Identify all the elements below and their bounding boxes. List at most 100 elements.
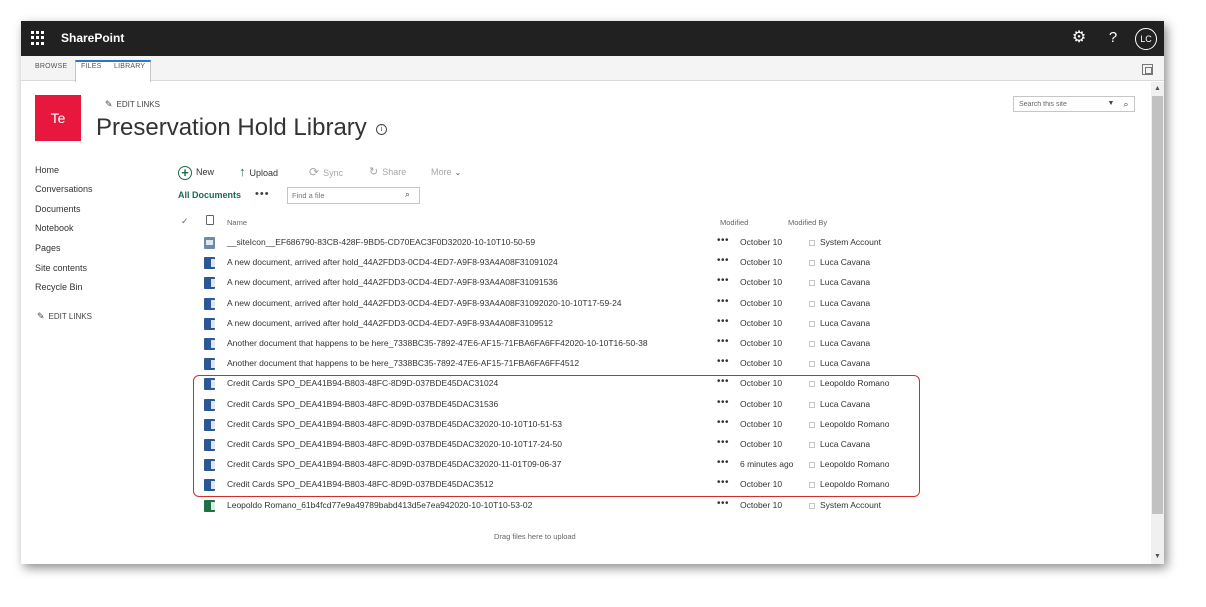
tab-files[interactable]: FILES [81,63,101,70]
file-modified-by[interactable]: Luca Cavana [820,338,870,348]
file-modified-by[interactable]: Luca Cavana [820,399,870,409]
row-ellipsis-button[interactable]: ••• [717,417,729,428]
settings-gear-icon[interactable]: ⚙ [1070,29,1088,47]
search-icon[interactable]: ⌕ [405,189,410,200]
scroll-up-arrow-icon[interactable]: ▲ [1151,84,1164,94]
scroll-down-arrow-icon[interactable]: ▼ [1151,552,1164,562]
upload-button[interactable]: ↑ Upload [239,164,278,180]
nav-item-site-contents[interactable]: Site contents [35,263,87,273]
nav-item-documents[interactable]: Documents [35,204,81,214]
file-row[interactable]: A new document, arrived after hold_44A2F… [197,314,927,334]
file-modified-by[interactable]: Leopoldo Romano [820,419,889,429]
row-ellipsis-button[interactable]: ••• [717,477,729,488]
file-modified-by[interactable]: Leopoldo Romano [820,378,889,388]
site-search-input[interactable] [1014,97,1102,111]
file-name-link[interactable]: Credit Cards SPO_DEA41B94-B803-48FC-8D9D… [227,459,561,469]
file-name-link[interactable]: Credit Cards SPO_DEA41B94-B803-48FC-8D9D… [227,399,498,409]
nav-item-pages[interactable]: Pages [35,243,61,253]
file-modified-by[interactable]: Luca Cavana [820,257,870,267]
nav-item-conversations[interactable]: Conversations [35,184,93,194]
app-launcher-icon[interactable] [31,31,45,45]
sync-button[interactable]: ⟳ Sync [309,164,343,180]
new-label: New [196,167,215,177]
focus-content-icon[interactable] [1142,64,1153,75]
file-modified-by[interactable]: Luca Cavana [820,318,870,328]
tab-library[interactable]: LIBRARY [114,63,145,70]
row-ellipsis-button[interactable]: ••• [717,255,729,266]
view-options-ellipsis[interactable]: ••• [255,188,270,200]
column-header-modified[interactable]: Modified [720,218,748,227]
user-avatar[interactable]: LC [1135,28,1157,50]
row-ellipsis-button[interactable]: ••• [717,356,729,367]
row-ellipsis-button[interactable]: ••• [717,376,729,387]
search-icon[interactable]: ⌕ [1120,97,1132,111]
nav-item-home[interactable]: Home [35,165,59,175]
file-row[interactable]: Leopoldo Romano_61b4fcd77e9a49789babd413… [197,496,927,516]
file-name-link[interactable]: Leopoldo Romano_61b4fcd77e9a49789babd413… [227,500,532,510]
nav-edit-links-button[interactable]: ✎ EDIT LINKS [37,311,92,322]
scrollbar-thumb[interactable] [1152,96,1163,514]
file-row[interactable]: Another document that happens to be here… [197,354,927,374]
file-name-link[interactable]: Credit Cards SPO_DEA41B94-B803-48FC-8D9D… [227,419,562,429]
find-file-input[interactable] [288,188,398,203]
file-row[interactable]: Credit Cards SPO_DEA41B94-B803-48FC-8D9D… [197,415,927,435]
row-ellipsis-button[interactable]: ••• [717,457,729,468]
file-modified-by[interactable]: System Account [820,237,881,247]
file-row[interactable]: Another document that happens to be here… [197,334,927,354]
file-row[interactable]: A new document, arrived after hold_44A2F… [197,294,927,314]
file-modified: October 10 [740,499,783,510]
row-ellipsis-button[interactable]: ••• [717,316,729,327]
file-name-link[interactable]: A new document, arrived after hold_44A2F… [227,318,553,328]
file-name-link[interactable]: Credit Cards SPO_DEA41B94-B803-48FC-8D9D… [227,439,562,449]
file-name-link[interactable]: Credit Cards SPO_DEA41B94-B803-48FC-8D9D… [227,378,498,388]
row-ellipsis-button[interactable]: ••• [717,397,729,408]
file-row[interactable]: Credit Cards SPO_DEA41B94-B803-48FC-8D9D… [197,435,927,455]
file-row[interactable]: Credit Cards SPO_DEA41B94-B803-48FC-8D9D… [197,475,927,495]
column-header-name[interactable]: Name [227,218,247,227]
file-row[interactable]: A new document, arrived after hold_44A2F… [197,253,927,273]
file-row[interactable]: Credit Cards SPO_DEA41B94-B803-48FC-8D9D… [197,374,927,394]
row-ellipsis-button[interactable]: ••• [717,336,729,347]
file-modified-by[interactable]: Luca Cavana [820,277,870,287]
file-modified-by[interactable]: Leopoldo Romano [820,459,889,469]
file-name-link[interactable]: Credit Cards SPO_DEA41B94-B803-48FC-8D9D… [227,479,493,489]
file-name-link[interactable]: A new document, arrived after hold_44A2F… [227,257,558,267]
info-icon[interactable]: i [376,124,387,135]
file-modified-by[interactable]: Luca Cavana [820,358,870,368]
view-all-documents[interactable]: All Documents [178,190,241,200]
file-modified-by[interactable]: Luca Cavana [820,439,870,449]
share-icon: ↻ [369,166,379,178]
file-modified: October 10 [740,378,783,389]
site-logo[interactable]: Te [35,95,81,141]
file-name-link[interactable]: A new document, arrived after hold_44A2F… [227,277,558,287]
file-row[interactable]: Credit Cards SPO_DEA41B94-B803-48FC-8D9D… [197,395,927,415]
search-scope-dropdown-icon[interactable]: ▼ [1106,97,1116,111]
help-icon[interactable]: ? [1104,29,1122,47]
file-row[interactable]: A new document, arrived after hold_44A2F… [197,273,927,293]
file-modified-by[interactable]: Leopoldo Romano [820,479,889,489]
row-ellipsis-button[interactable]: ••• [717,498,729,509]
file-row[interactable]: __siteIcon__EF686790-83CB-428F-9BD5-CD70… [197,233,927,253]
brand-name[interactable]: SharePoint [61,31,124,45]
file-name-link[interactable]: Another document that happens to be here… [227,338,648,348]
file-row[interactable]: Credit Cards SPO_DEA41B94-B803-48FC-8D9D… [197,455,927,475]
tab-browse[interactable]: BROWSE [35,63,67,70]
more-button[interactable]: More ⌄ [431,164,461,180]
file-name-link[interactable]: __siteIcon__EF686790-83CB-428F-9BD5-CD70… [227,237,535,247]
top-edit-links-button[interactable]: ✎ EDIT LINKS [105,99,160,110]
row-ellipsis-button[interactable]: ••• [717,275,729,286]
suite-bar: SharePoint ⚙ ? LC [21,21,1164,56]
row-ellipsis-button[interactable]: ••• [717,235,729,246]
nav-item-recycle-bin[interactable]: Recycle Bin [35,282,83,292]
column-header-modified-by[interactable]: Modified By [788,218,827,227]
row-ellipsis-button[interactable]: ••• [717,296,729,307]
select-all-checkmark-icon[interactable]: ✓ [181,216,189,227]
nav-item-notebook[interactable]: Notebook [35,223,74,233]
new-button[interactable]: + New [178,164,214,180]
row-ellipsis-button[interactable]: ••• [717,437,729,448]
file-modified-by[interactable]: System Account [820,500,881,510]
file-modified-by[interactable]: Luca Cavana [820,298,870,308]
file-name-link[interactable]: Another document that happens to be here… [227,358,579,368]
file-name-link[interactable]: A new document, arrived after hold_44A2F… [227,298,622,308]
share-button[interactable]: ↻ Share [369,164,406,180]
